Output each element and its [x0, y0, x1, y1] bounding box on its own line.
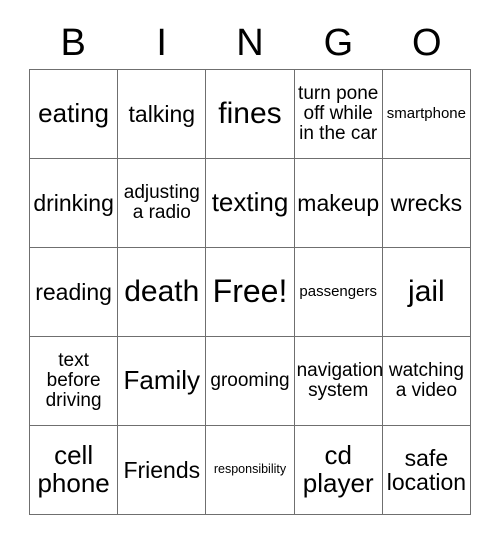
bingo-cell-label: talking	[128, 100, 196, 127]
bingo-cell-label: wrecks	[390, 189, 463, 216]
bingo-cell-g5[interactable]: cd player	[294, 426, 383, 515]
bingo-cell-label: Family	[123, 365, 201, 396]
header-letter-n: N	[236, 22, 264, 64]
bingo-cell-n1[interactable]: fines	[206, 70, 295, 159]
bingo-card: B I N G O eating talking fines turn pone…	[0, 0, 500, 544]
bingo-cell-label: cd player	[302, 440, 374, 498]
bingo-cell-label: fines	[218, 97, 282, 131]
bingo-cell-label: watching a video	[388, 359, 464, 401]
bingo-cell-label: Friends	[123, 456, 201, 483]
bingo-cell-n4[interactable]: grooming	[206, 337, 295, 426]
bingo-grid: eating talking fines turn pone off while…	[29, 69, 471, 515]
bingo-cell-free-space[interactable]: Free!	[206, 248, 295, 337]
bingo-cell-label: grooming	[210, 369, 290, 391]
bingo-cell-o5[interactable]: safe location	[382, 426, 471, 515]
bingo-cell-label: responsibility	[213, 462, 287, 477]
bingo-cell-label: death	[124, 275, 200, 309]
bingo-cell-g2[interactable]: makeup	[294, 159, 383, 248]
bingo-cell-i5[interactable]: Friends	[118, 426, 207, 515]
header-letter-o: O	[412, 22, 442, 64]
bingo-cell-i2[interactable]: adjusting a radio	[118, 159, 207, 248]
bingo-cell-label: makeup	[297, 189, 380, 216]
bingo-cell-label: cell phone	[37, 440, 110, 498]
bingo-cell-i3[interactable]: death	[118, 248, 207, 337]
bingo-cell-label: texting	[211, 187, 289, 218]
bingo-cell-label: passengers	[299, 283, 377, 301]
header-letter-g: G	[323, 22, 354, 64]
bingo-cell-i1[interactable]: talking	[118, 70, 207, 159]
bingo-cell-i4[interactable]: Family	[118, 337, 207, 426]
bingo-cell-b4[interactable]: text before driving	[30, 337, 119, 426]
header-letter-b: B	[60, 22, 86, 64]
bingo-cell-label: text before driving	[45, 349, 102, 412]
bingo-header: B I N G O	[29, 18, 471, 68]
bingo-cell-b2[interactable]: drinking	[30, 159, 119, 248]
bingo-cell-label: eating	[38, 98, 110, 129]
bingo-cell-o2[interactable]: wrecks	[382, 159, 471, 248]
bingo-cell-label: drinking	[33, 189, 114, 216]
bingo-cell-label: reading	[35, 278, 112, 305]
bingo-cell-g1[interactable]: turn pone off while in the car	[294, 70, 383, 159]
bingo-cell-n2[interactable]: texting	[206, 159, 295, 248]
header-letter-i: I	[156, 22, 167, 64]
bingo-cell-label: adjusting a radio	[123, 181, 200, 223]
bingo-cell-o3[interactable]: jail	[382, 248, 471, 337]
bingo-cell-label: turn pone off while in the car	[298, 82, 379, 145]
bingo-cell-g4[interactable]: navigation system	[294, 337, 383, 426]
bingo-cell-label: smartphone	[386, 105, 466, 123]
bingo-cell-o4[interactable]: watching a video	[382, 337, 471, 426]
bingo-cell-o1[interactable]: smartphone	[382, 70, 471, 159]
bingo-cell-g3[interactable]: passengers	[294, 248, 383, 337]
bingo-cell-label: jail	[408, 275, 445, 309]
free-space-label: Free!	[212, 273, 288, 310]
bingo-cell-label: safe location	[386, 444, 467, 495]
bingo-cell-label: navigation system	[296, 359, 383, 401]
bingo-cell-b1[interactable]: eating	[30, 70, 119, 159]
bingo-cell-n5[interactable]: responsibility	[206, 426, 295, 515]
bingo-cell-b3[interactable]: reading	[30, 248, 119, 337]
bingo-cell-b5[interactable]: cell phone	[30, 426, 119, 515]
